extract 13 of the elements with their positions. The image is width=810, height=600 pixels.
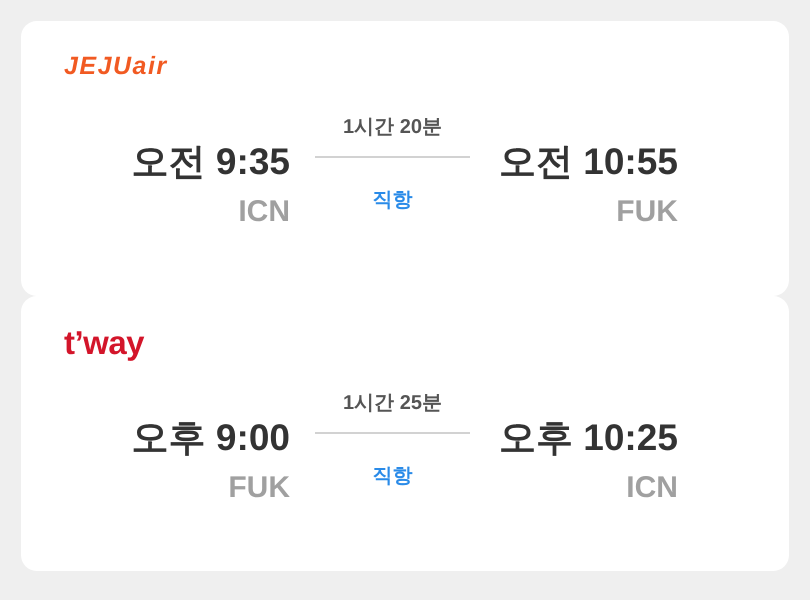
departure-time: 오전 9:35 [132, 140, 290, 184]
flight-duration: 1시간 25분 [343, 391, 442, 415]
arrival-time: 오전 10:55 [499, 140, 678, 184]
nonstop-label: 직항 [372, 188, 412, 212]
arrival-airport-code: FUK [616, 194, 678, 230]
departure-time: 오후 9:00 [132, 416, 290, 460]
arrival-airport-code: ICN [626, 470, 678, 506]
flight-duration: 1시간 20분 [343, 115, 442, 139]
airline-logo: JEJUair [64, 51, 168, 82]
nonstop-label: 직항 [372, 464, 412, 488]
departure-airport-code: FUK [228, 470, 290, 506]
arrival-time: 오후 10:25 [499, 416, 678, 460]
departure-airport-code: ICN [238, 194, 290, 230]
